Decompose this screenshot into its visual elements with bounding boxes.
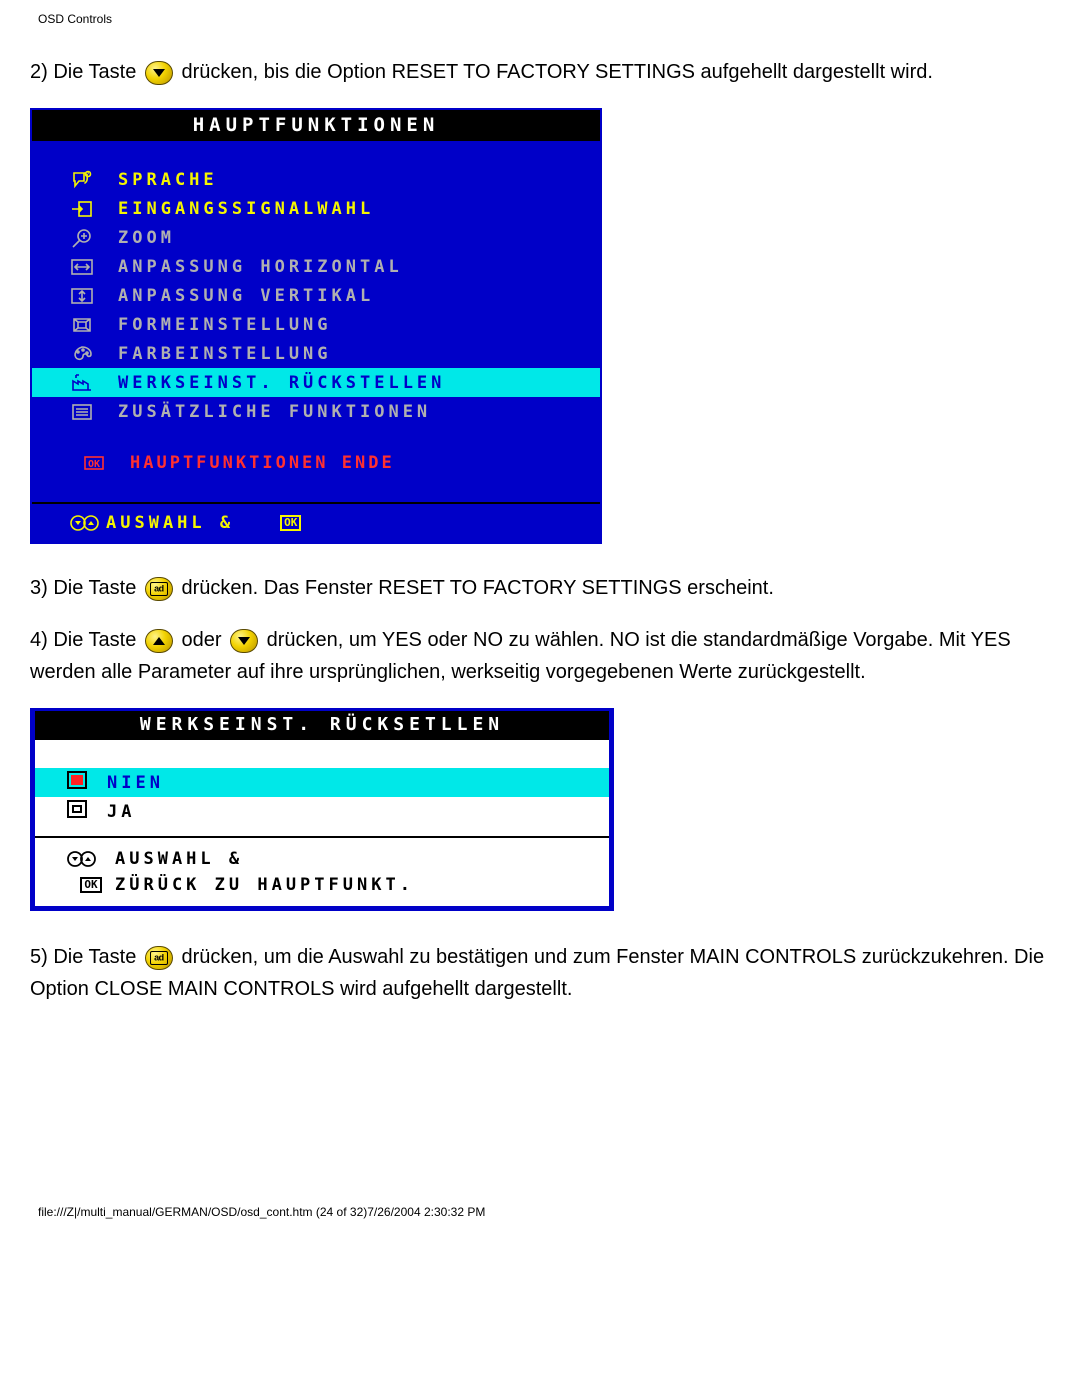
menu-item-sprache[interactable]: ? SPRACHE <box>32 165 600 194</box>
osd2-title: WERKSEINST. RÜCKSETLLEN <box>35 711 609 740</box>
radio-selected-icon <box>67 771 87 789</box>
radio-icon <box>67 800 87 818</box>
menu-item-input[interactable]: EINGANGSSIGNALWAHL <box>32 194 600 223</box>
page-footer: file:///Z|/multi_manual/GERMAN/OSD/osd_c… <box>38 1205 1050 1219</box>
svg-text:OK: OK <box>88 459 100 470</box>
page-header: OSD Controls <box>38 12 1050 26</box>
label: ZÜRÜCK ZU HAUPTFUNKT. <box>115 875 414 895</box>
menu-item-zoom[interactable]: ZOOM <box>32 223 600 252</box>
osd-main-menu: HAUPTFUNKTIONEN ? SPRACHE EINGANGSSIGNAL… <box>30 108 602 544</box>
t: 5) Die Taste <box>30 946 142 968</box>
label: EINGANGSSIGNALWAHL <box>118 199 374 219</box>
menu-item-extra[interactable]: ZUSÄTZLICHE FUNKTIONEN <box>32 397 600 426</box>
label: NIEN <box>107 773 164 793</box>
step-3-text: 3) Die Taste drücken. Das Fenster RESET … <box>30 572 1050 604</box>
ok-box-icon: OK <box>82 453 106 473</box>
label: ANPASSUNG VERTIKAL <box>118 286 374 306</box>
down-button-icon <box>145 61 173 85</box>
menu-item-horizontal[interactable]: ANPASSUNG HORIZONTAL <box>32 252 600 281</box>
t: drücken, bis die Option RESET TO FACTORY… <box>176 61 933 83</box>
step-4-text: 4) Die Taste oder drücken, um YES oder N… <box>30 624 1050 688</box>
input-icon <box>70 199 94 219</box>
shape-icon <box>70 315 94 335</box>
updown-icon <box>67 850 97 868</box>
t: drücken, um die Auswahl zu bestätigen un… <box>30 946 1044 1000</box>
t: oder <box>176 629 227 651</box>
label: HAUPTFUNKTIONEN ENDE <box>130 453 395 473</box>
osd2-footer: AUSWAHL & OK ZÜRÜCK ZU HAUPTFUNKT. <box>35 836 609 906</box>
osd-reset-window: WERKSEINST. RÜCKSETLLEN NIEN JA AUSWAHL … <box>30 708 614 911</box>
label: JA <box>107 802 135 822</box>
option-yes[interactable]: JA <box>35 797 609 826</box>
osd-footer: AUSWAHL & OK <box>32 502 600 542</box>
menu-item-color[interactable]: FARBEINSTELLUNG <box>32 339 600 368</box>
step-5-text: 5) Die Taste drücken, um die Auswahl zu … <box>30 941 1050 1005</box>
menu-item-factory-reset[interactable]: WERKSEINST. RÜCKSTELLEN <box>32 368 600 397</box>
ok-icon: OK <box>280 515 301 531</box>
palette-icon <box>70 344 94 364</box>
label: AUSWAHL & <box>106 513 234 533</box>
zoom-icon <box>70 228 94 248</box>
t: 2) Die Taste <box>30 61 142 83</box>
menu-item-close[interactable]: OK HAUPTFUNKTIONEN ENDE <box>32 448 600 477</box>
menu-item-shape[interactable]: FORMEINSTELLUNG <box>32 310 600 339</box>
t: drücken. Das Fenster RESET TO FACTORY SE… <box>176 577 774 599</box>
label: AUSWAHL & <box>115 849 243 869</box>
menu-item-vertical[interactable]: ANPASSUNG VERTIKAL <box>32 281 600 310</box>
label: WERKSEINST. RÜCKSTELLEN <box>118 373 445 393</box>
ok-button-icon <box>145 577 173 601</box>
vertical-icon <box>70 286 94 306</box>
osd-title: HAUPTFUNKTIONEN <box>32 110 600 141</box>
t: 4) Die Taste <box>30 629 142 651</box>
option-no[interactable]: NIEN <box>35 768 609 797</box>
label: FARBEINSTELLUNG <box>118 344 332 364</box>
horizontal-icon <box>70 257 94 277</box>
label: SPRACHE <box>118 170 218 190</box>
label: ZOOM <box>118 228 175 248</box>
label: ZUSÄTZLICHE FUNKTIONEN <box>118 402 431 422</box>
updown-icon <box>70 514 100 532</box>
factory-icon <box>70 373 94 393</box>
t: 3) Die Taste <box>30 577 142 599</box>
label: FORMEINSTELLUNG <box>118 315 332 335</box>
down-button-icon <box>230 629 258 653</box>
step-2-text: 2) Die Taste drücken, bis die Option RES… <box>30 56 1050 88</box>
ok-icon: OK <box>80 877 101 893</box>
label: ANPASSUNG HORIZONTAL <box>118 257 403 277</box>
list-icon <box>70 402 94 422</box>
ok-button-icon <box>145 946 173 970</box>
up-button-icon <box>145 629 173 653</box>
speech-icon: ? <box>70 170 94 190</box>
svg-text:?: ? <box>86 172 93 178</box>
